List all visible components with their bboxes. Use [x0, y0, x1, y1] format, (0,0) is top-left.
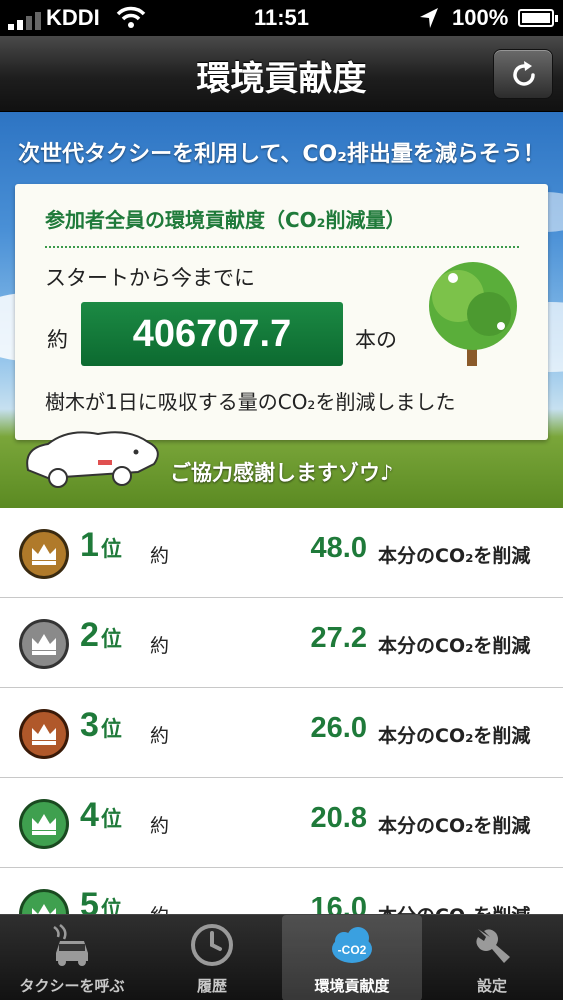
co2-cloud-icon: -CO2	[332, 927, 372, 963]
rank-number: 4位	[80, 796, 122, 834]
result-text: 樹木が1日に吸収する量のCO₂を削減しました	[45, 390, 456, 414]
refresh-button[interactable]	[493, 49, 553, 99]
dotted-divider	[45, 246, 519, 248]
total-contribution-card: 参加者全員の環境貢献度（CO₂削減量） スタートから今までに 約 406707.…	[15, 184, 548, 440]
clock-icon	[191, 924, 233, 966]
tab-history[interactable]: 履歴	[142, 915, 282, 1000]
approx-label: 約	[150, 725, 170, 747]
reduction-label: 本分のCO₂を削減	[378, 901, 530, 914]
tab-label: タクシーを呼ぶ	[19, 977, 125, 995]
refresh-icon	[513, 61, 535, 86]
approx-label: 約	[47, 328, 68, 352]
crown-medal-icon	[19, 619, 69, 669]
taxi-icon	[53, 924, 88, 966]
slogan-text: 次世代タクシーを利用して、CO₂排出量を減らそう！	[18, 142, 545, 167]
elephant-car-mascot-icon	[26, 431, 159, 488]
thanks-message: ご協力感謝しますゾウ♪	[170, 461, 394, 485]
tab-label: 設定	[476, 977, 507, 995]
approx-label: 約	[150, 815, 170, 837]
ranking-list[interactable]: 1位 約 48.0 本分のCO₂を削減 2位 約 27.2 本分のCO₂を削減 …	[0, 508, 563, 914]
ranking-row[interactable]: 3位 約 26.0 本分のCO₂を削減	[0, 688, 563, 778]
crown-medal-icon	[19, 709, 69, 759]
rank-number: 3位	[80, 706, 122, 744]
navigation-bar: 環境貢献度	[0, 36, 563, 112]
reduction-label: 本分のCO₂を削減	[378, 635, 531, 657]
tab-settings[interactable]: 設定	[422, 915, 562, 1000]
tree-value: 48.0	[310, 532, 367, 564]
approx-label: 約	[150, 635, 170, 657]
tab-environment[interactable]: -CO2 環境貢献度	[282, 915, 422, 1000]
reduction-label: 本分のCO₂を削減	[378, 725, 531, 747]
tab-bar: タクシーを呼ぶ 履歴 -CO2 環境貢献度 設定	[0, 914, 563, 1000]
approx-label: 約	[150, 901, 169, 914]
tab-label: 履歴	[196, 977, 227, 995]
crown-medal-icon	[19, 529, 69, 579]
reduction-label: 本分のCO₂を削減	[378, 815, 531, 837]
approx-label: 約	[150, 545, 170, 567]
ranking-row[interactable]: 1位 約 48.0 本分のCO₂を削減	[0, 508, 563, 598]
svg-text:-CO2: -CO2	[338, 943, 367, 957]
tab-label: 環境貢献度	[314, 977, 390, 995]
battery-icon	[518, 9, 558, 27]
ranking-row[interactable]: 5位 約 16.0 本分のCO₂を削減	[0, 868, 563, 914]
tree-value: 20.8	[310, 802, 367, 834]
total-tree-count: 406707.7	[81, 302, 343, 366]
battery-percent: 100%	[452, 5, 509, 30]
tree-icon	[429, 262, 517, 366]
page-title: 環境貢献度	[196, 59, 367, 99]
card-title: 参加者全員の環境貢献度（CO₂削減量）	[45, 208, 406, 232]
crown-medal-icon	[19, 889, 69, 914]
ranking-row[interactable]: 2位 約 27.2 本分のCO₂を削減	[0, 598, 563, 688]
crown-medal-icon	[19, 799, 69, 849]
location-arrow-icon	[420, 8, 438, 28]
status-bar: KDDI 11:51 100%	[0, 0, 563, 36]
rank-number: 1位	[80, 526, 122, 564]
tab-call-taxi[interactable]: タクシーを呼ぶ	[2, 915, 142, 1000]
rank-number: 2位	[80, 616, 122, 654]
ranking-row[interactable]: 4位 約 20.8 本分のCO₂を削減	[0, 778, 563, 868]
tree-value: 27.2	[310, 622, 367, 654]
reduction-label: 本分のCO₂を削減	[378, 545, 531, 567]
hero-banner: 次世代タクシーを利用して、CO₂排出量を減らそう！ 参加者全員の環境貢献度（CO…	[0, 112, 563, 508]
since-start-label: スタートから今までに	[45, 266, 255, 290]
tree-value: 26.0	[310, 712, 367, 744]
rank-number: 5位	[80, 886, 122, 914]
tree-value: 16.0	[310, 892, 367, 914]
unit-label: 本の	[355, 328, 397, 352]
wrench-icon	[476, 929, 510, 963]
